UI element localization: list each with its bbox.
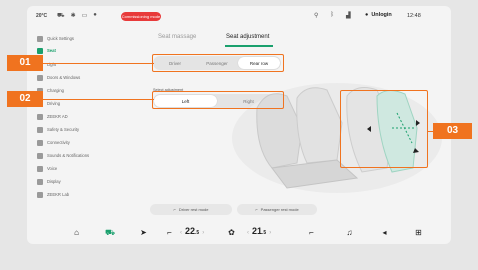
sidebar-item-doors-windows[interactable]: Doors & Windows <box>37 72 119 83</box>
wifi-icon <box>37 139 43 146</box>
sidebar-item-connectivity[interactable]: Connectivity <box>37 137 119 148</box>
volume-icon[interactable]: ◂ <box>380 228 389 237</box>
driver-temp-value: 22.5 <box>185 226 200 236</box>
sidebar-item-light[interactable]: Light <box>37 59 119 70</box>
fan-icon[interactable]: ✿ <box>227 228 236 237</box>
sidebar-item-sounds-notifications[interactable]: Sounds & Notifications <box>37 150 119 161</box>
app-grid-icon[interactable]: ⊞ <box>414 228 423 237</box>
door-icon <box>37 74 43 81</box>
shield-icon <box>37 126 43 133</box>
seat-recline-icon: ⌐ <box>173 207 176 212</box>
callout-01-box <box>152 54 284 72</box>
callout-02-line <box>43 99 154 100</box>
speaker-icon <box>37 152 43 159</box>
active-tab-indicator <box>225 45 273 47</box>
bottom-dock: ⌂ ⛟ ➤ ⌐ ‹ 22.5 › ✿ ‹ 21.5 › ⌐ ♫ ◂ ⊞ <box>27 220 451 244</box>
settings-sidebar: Quick Settings Seat Light Doors & Window… <box>33 30 121 220</box>
sidebar-item-display[interactable]: Display <box>37 176 119 187</box>
seat-icon <box>37 47 43 54</box>
callout-03-line <box>428 131 433 132</box>
display-icon <box>37 178 43 185</box>
camera-icon: ● <box>93 12 97 18</box>
commissioning-badge: Commissioning mode <box>121 12 161 21</box>
sidebar-item-charging[interactable]: Charging <box>37 85 119 96</box>
status-icons-left: ⛟ ✱ ▭ ● <box>57 12 97 20</box>
lab-icon <box>37 191 43 198</box>
callout-01: 01 <box>7 55 43 71</box>
signal-icon: ▟ <box>346 13 351 19</box>
sidebar-item-zeekr-lab[interactable]: ZEEKR Lab <box>37 189 119 200</box>
ad-icon <box>37 113 43 120</box>
passenger-temperature-control[interactable]: ‹ 21.5 › <box>247 226 271 236</box>
driver-rest-mode-button[interactable]: ⌐ Driver rest mode <box>150 204 232 215</box>
sidebar-item-zeekr-ad[interactable]: ZEEKR AD <box>37 111 119 122</box>
passenger-temp-value: 21.5 <box>252 226 267 236</box>
clock: 12:48 <box>407 13 421 19</box>
hil-icon: ▭ <box>81 13 88 19</box>
outside-temperature: 20°C <box>36 13 48 19</box>
seat-heat-right-icon[interactable]: ⌐ <box>307 228 316 237</box>
mode-icon: ✱ <box>70 13 76 19</box>
user-name: Unlogin <box>371 12 392 18</box>
tab-seat-adjustment[interactable]: Seat adjustment <box>226 34 269 40</box>
callout-02: 02 <box>7 91 43 107</box>
mic-icon <box>37 165 43 172</box>
temp-down-arrow-icon[interactable]: ‹ <box>247 230 249 236</box>
temp-up-arrow-icon[interactable]: › <box>202 230 204 236</box>
status-icons-right: ⚲ ᛒ ▟ <box>314 12 351 19</box>
callout-01-line <box>43 63 154 64</box>
user-icon: ● <box>365 12 369 18</box>
passenger-rest-mode-button[interactable]: ⌐ Passenger rest mode <box>237 204 317 215</box>
sidebar-item-voice[interactable]: Voice <box>37 163 119 174</box>
navigation-icon[interactable]: ➤ <box>139 228 148 237</box>
sidebar-item-quick-settings[interactable]: Quick Settings <box>37 33 119 44</box>
sidebar-item-seat[interactable]: Seat <box>37 45 119 56</box>
seat-heat-left-icon[interactable]: ⌐ <box>165 228 174 237</box>
temp-down-arrow-icon[interactable]: ‹ <box>180 230 182 236</box>
toggle-icon <box>37 35 43 42</box>
sidebar-item-safety-security[interactable]: Safety & Security <box>37 124 119 135</box>
temp-up-arrow-icon[interactable]: › <box>269 230 271 236</box>
seat-recline-icon: ⌐ <box>255 207 258 212</box>
callout-02-box <box>152 91 284 109</box>
callout-03: 03 <box>433 123 472 139</box>
callout-03-box <box>340 90 428 168</box>
car-status-icon: ⛟ <box>57 13 65 19</box>
home-icon[interactable]: ⌂ <box>72 228 81 237</box>
music-icon[interactable]: ♫ <box>345 228 354 237</box>
tab-seat-massage[interactable]: Seat massage <box>158 34 196 40</box>
car-control-icon[interactable]: ⛟ <box>105 228 115 237</box>
driver-temperature-control[interactable]: ‹ 22.5 › <box>180 226 204 236</box>
user-profile[interactable]: ● Unlogin <box>365 12 392 18</box>
status-bar: 20°C ⛟ ✱ ▭ ● Commissioning mode ⚲ ᛒ ▟ ● … <box>27 6 451 28</box>
bluetooth-icon: ᛒ <box>330 12 335 18</box>
location-icon: ⚲ <box>314 13 319 19</box>
